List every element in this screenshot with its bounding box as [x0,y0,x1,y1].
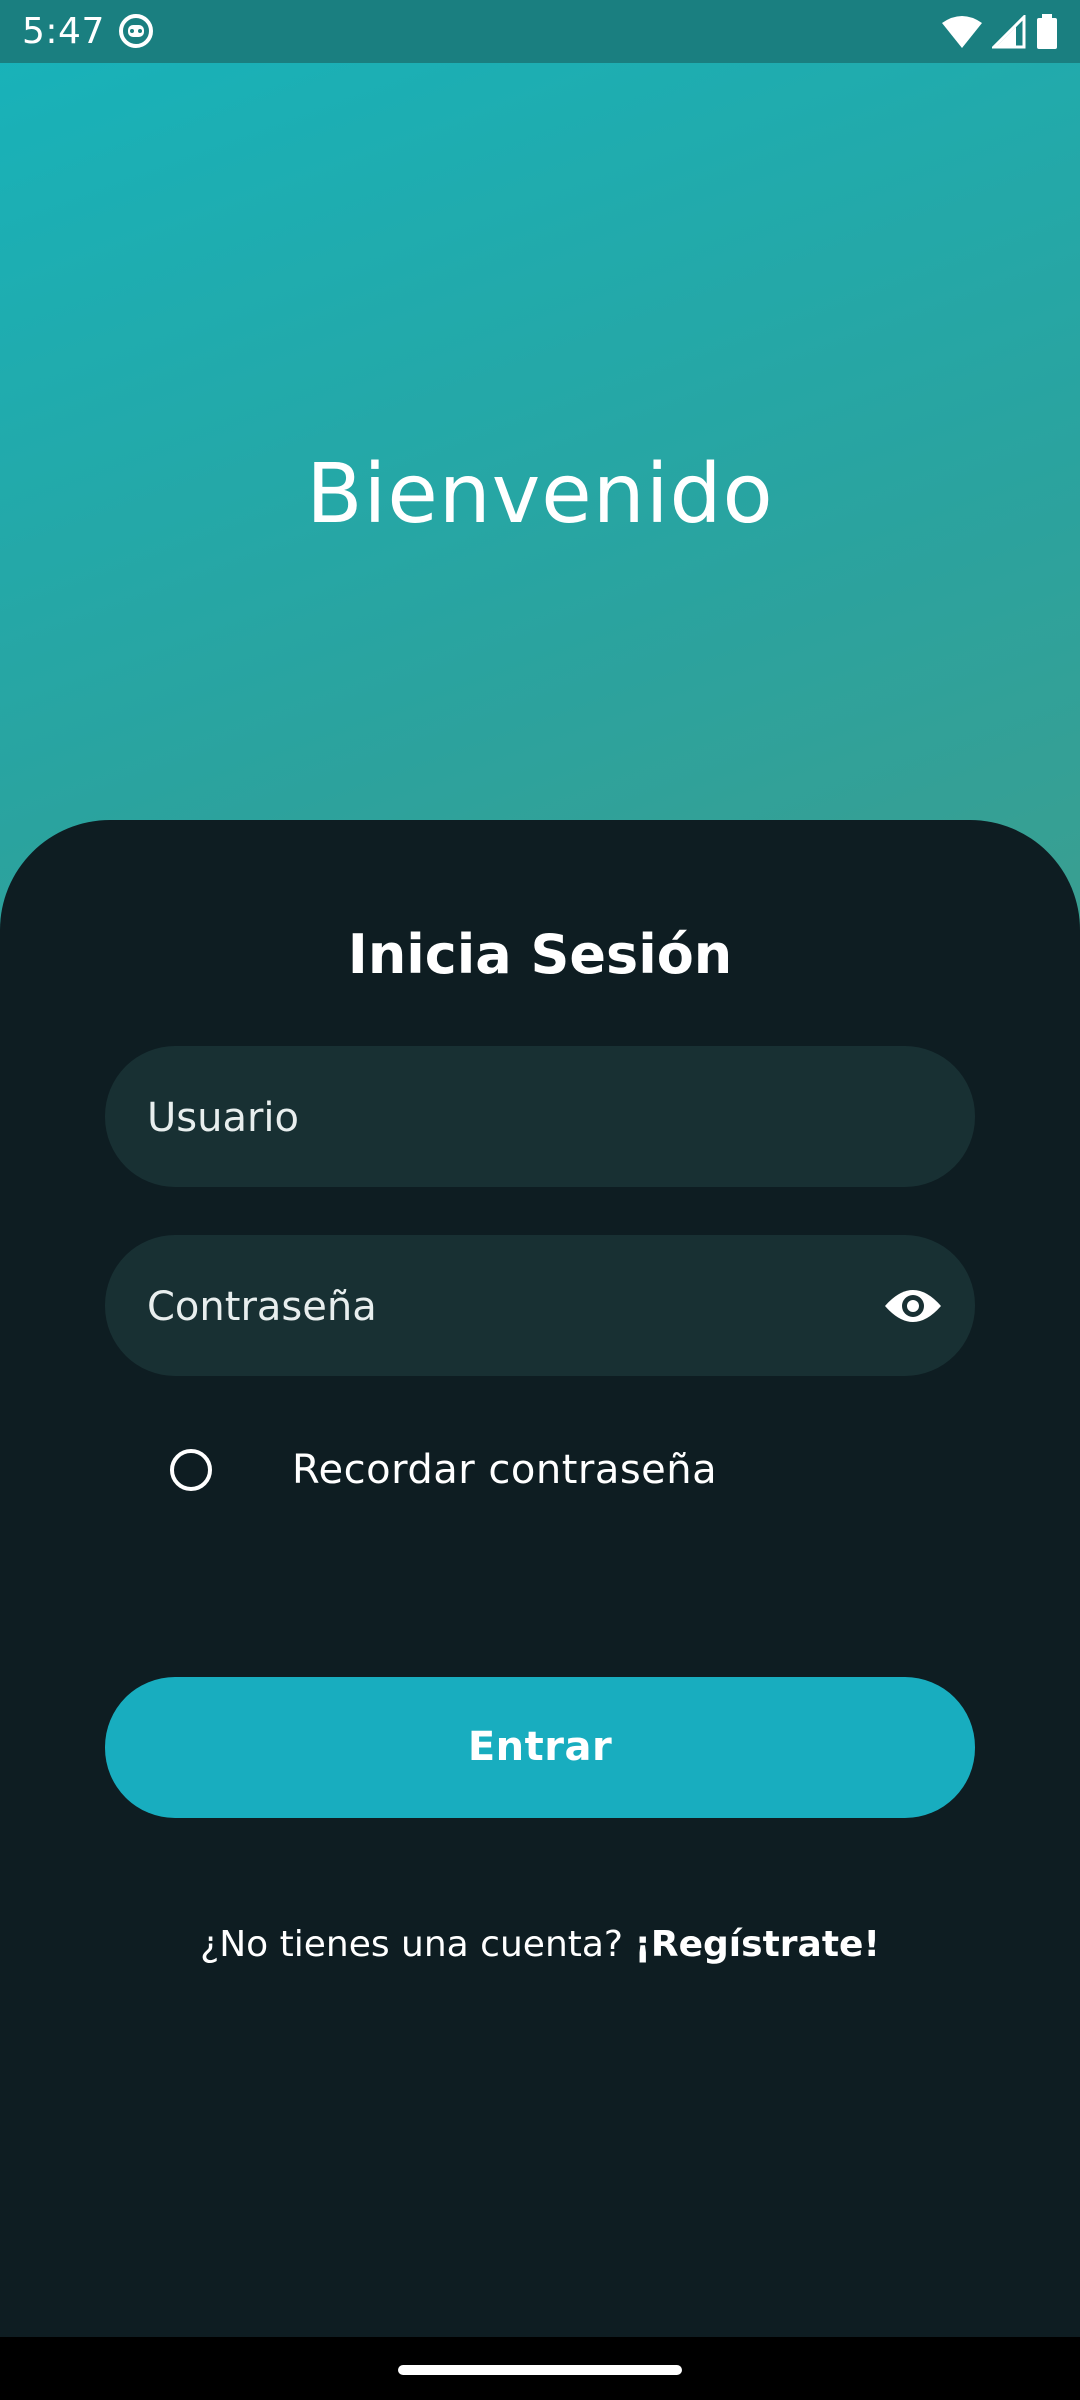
welcome-title: Bienvenido [306,446,774,542]
eye-icon[interactable] [883,1278,943,1334]
login-card: Inicia Sesión Recordar contraseña Entrar… [0,820,1080,2400]
navigation-bar [0,2337,1080,2400]
register-prompt: ¿No tienes una cuenta? [200,1924,635,1965]
username-input[interactable] [145,1046,909,1189]
login-title: Inicia Sesión [347,923,733,986]
remember-password-radio[interactable] [170,1449,212,1491]
remember-password-row[interactable]: Recordar contraseña [170,1410,717,1530]
password-field[interactable] [105,1235,975,1378]
battery-icon [1036,14,1058,50]
login-button[interactable]: Entrar [105,1677,975,1818]
wifi-icon [942,15,982,49]
username-field[interactable] [105,1046,975,1189]
status-bar: 5:47 [0,0,1080,63]
status-time: 5:47 [22,11,105,52]
status-icons [942,12,1058,52]
register-row: ¿No tienes una cuenta? ¡Regístrate! [0,1920,1080,1970]
password-input[interactable] [145,1235,909,1378]
login-screen: 5:47 Bienvenido Inicia Sesión Usuario Re… [0,0,1080,2400]
app-notification-icon [118,13,154,49]
home-indicator[interactable] [398,2365,682,2375]
register-link[interactable]: ¡Regístrate! [634,1924,879,1965]
remember-password-label: Recordar contraseña [292,1447,718,1493]
cellular-signal-icon [992,15,1026,49]
